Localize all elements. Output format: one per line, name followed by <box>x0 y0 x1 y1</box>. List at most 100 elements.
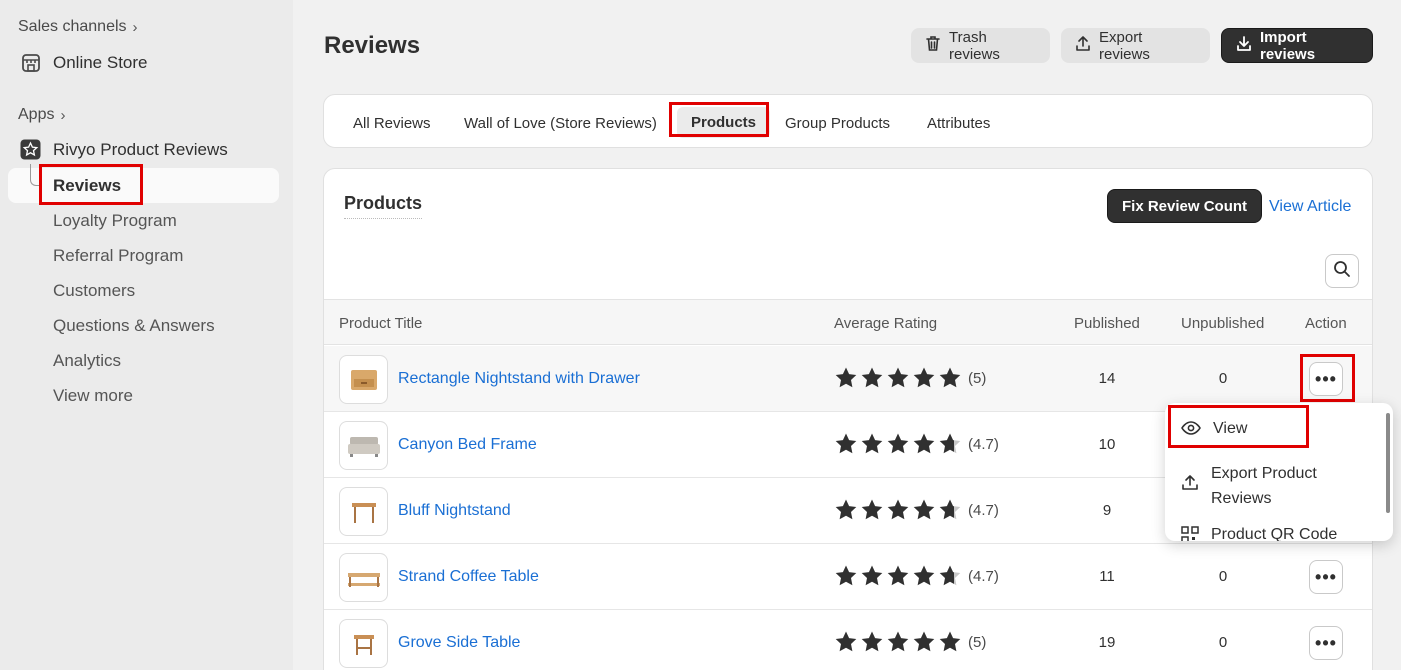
product-title-link[interactable]: Canyon Bed Frame <box>398 436 537 454</box>
star-icon <box>835 499 857 520</box>
unpublished-count: 0 <box>1218 568 1228 585</box>
tree-connector <box>30 164 42 186</box>
product-thumbnail <box>339 619 388 668</box>
col-action[interactable]: Action <box>1305 315 1347 332</box>
sidebar-item-reviews[interactable]: Reviews <box>53 176 121 196</box>
sidebar-item-loyalty[interactable]: Loyalty Program <box>53 211 177 231</box>
unpublished-count: 0 <box>1218 634 1228 651</box>
export-reviews-label: Reviews <box>1211 490 1272 507</box>
search-button[interactable] <box>1325 254 1359 288</box>
import-reviews-label: Import reviews <box>1260 28 1316 63</box>
star-rating <box>834 366 962 390</box>
view-label: View <box>1213 420 1248 437</box>
trash-reviews-label: Trash reviews <box>949 28 1000 63</box>
actions-popover: View Export Product Reviews Product QR C… <box>1165 403 1393 541</box>
trash-icon <box>925 35 941 56</box>
rating-value: (5) <box>968 370 987 387</box>
tab-attributes[interactable]: Attributes <box>927 115 990 132</box>
more-actions-button[interactable]: ••• <box>1309 626 1343 660</box>
published-count: 11 <box>1099 568 1115 585</box>
col-product-title[interactable]: Product Title <box>339 315 422 332</box>
star-icon <box>939 565 961 586</box>
table-row: Strand Coffee Table (4.7) 11 0 ••• <box>324 544 1372 610</box>
upload-icon <box>1181 461 1199 511</box>
star-icon <box>861 367 883 388</box>
ellipsis-icon: ••• <box>1315 632 1337 653</box>
table-header: Product Title Average Rating Published U… <box>324 299 1372 345</box>
star-icon <box>861 565 883 586</box>
tab-wall-of-love[interactable]: Wall of Love (Store Reviews) <box>464 115 657 132</box>
sidebar-item-online-store[interactable]: Online Store <box>20 52 148 73</box>
star-icon <box>887 433 909 454</box>
tab-all-reviews[interactable]: All Reviews <box>353 115 431 132</box>
star-rating <box>834 498 962 522</box>
popover-qr-item[interactable]: Product QR Code <box>1181 526 1337 541</box>
trash-reviews-button[interactable]: Trash reviews <box>911 28 1050 63</box>
store-icon <box>20 52 41 73</box>
export-reviews-button[interactable]: Export reviews <box>1061 28 1210 63</box>
rating-value: (4.7) <box>968 436 999 453</box>
star-icon <box>887 565 909 586</box>
qr-code-label: Product QR Code <box>1211 526 1338 541</box>
upload-icon <box>1075 35 1091 56</box>
published-count: 14 <box>1098 370 1116 387</box>
product-title-link[interactable]: Rectangle Nightstand with Drawer <box>398 370 640 388</box>
ellipsis-icon: ••• <box>1315 368 1337 389</box>
sidebar-item-analytics[interactable]: Analytics <box>53 351 121 371</box>
star-icon <box>835 631 857 652</box>
export-product-label: Export Product <box>1211 465 1317 482</box>
published-count: 9 <box>1102 502 1112 519</box>
card-title: Products <box>344 193 423 219</box>
sales-channels-header[interactable]: Sales channels › <box>18 18 138 36</box>
star-icon <box>887 499 909 520</box>
fix-review-count-button[interactable]: Fix Review Count <box>1107 189 1263 223</box>
tabs-card: All Reviews Wall of Love (Store Reviews)… <box>323 94 1373 148</box>
col-average-rating[interactable]: Average Rating <box>834 315 937 332</box>
qr-code-icon <box>1181 526 1199 541</box>
col-unpublished[interactable]: Unpublished <box>1181 315 1264 332</box>
product-thumbnail <box>339 355 388 404</box>
download-icon <box>1236 35 1252 56</box>
product-title-link[interactable]: Bluff Nightstand <box>398 502 511 520</box>
product-title-link[interactable]: Strand Coffee Table <box>398 568 539 586</box>
star-icon <box>887 631 909 652</box>
star-icon <box>939 433 961 454</box>
popover-export-item[interactable]: Export Product Reviews <box>1181 461 1317 511</box>
apps-header[interactable]: Apps › <box>18 106 65 124</box>
sidebar-item-referral[interactable]: Referral Program <box>53 246 183 266</box>
star-icon <box>835 367 857 388</box>
tab-group-products[interactable]: Group Products <box>785 115 890 132</box>
table-row: Grove Side Table (5) 19 0 ••• <box>324 610 1372 670</box>
chevron-right-icon: › <box>132 18 138 36</box>
sidebar-item-customers[interactable]: Customers <box>53 281 135 301</box>
col-published[interactable]: Published <box>1074 315 1140 332</box>
unpublished-count: 0 <box>1218 370 1228 387</box>
rating-value: (4.7) <box>968 502 999 519</box>
star-icon <box>887 367 909 388</box>
view-article-link[interactable]: View Article <box>1269 198 1351 216</box>
active-item-background <box>8 168 279 203</box>
published-count: 19 <box>1098 634 1116 651</box>
chevron-right-icon: › <box>60 106 66 124</box>
sidebar-item-qa[interactable]: Questions & Answers <box>53 316 215 336</box>
app-star-icon <box>20 139 41 160</box>
product-thumbnail <box>339 421 388 470</box>
import-reviews-button[interactable]: Import reviews <box>1221 28 1373 63</box>
apps-label: Apps <box>18 106 55 123</box>
online-store-label: Online Store <box>53 52 148 72</box>
more-actions-button[interactable]: ••• <box>1309 362 1343 396</box>
popover-view-item[interactable]: View <box>1181 420 1247 441</box>
star-icon <box>913 565 935 586</box>
product-title-link[interactable]: Grove Side Table <box>398 634 520 652</box>
star-icon <box>913 499 935 520</box>
star-icon <box>939 631 961 652</box>
tab-products[interactable]: Products <box>677 107 771 138</box>
popover-scrollbar[interactable] <box>1386 413 1390 513</box>
star-rating <box>834 564 962 588</box>
sidebar-item-view-more[interactable]: View more <box>53 386 133 406</box>
more-actions-button[interactable]: ••• <box>1309 560 1343 594</box>
sidebar-item-rivyo[interactable]: Rivyo Product Reviews <box>20 139 228 160</box>
eye-icon <box>1181 420 1201 441</box>
sales-channels-label: Sales channels <box>18 18 127 35</box>
product-thumbnail <box>339 553 388 602</box>
